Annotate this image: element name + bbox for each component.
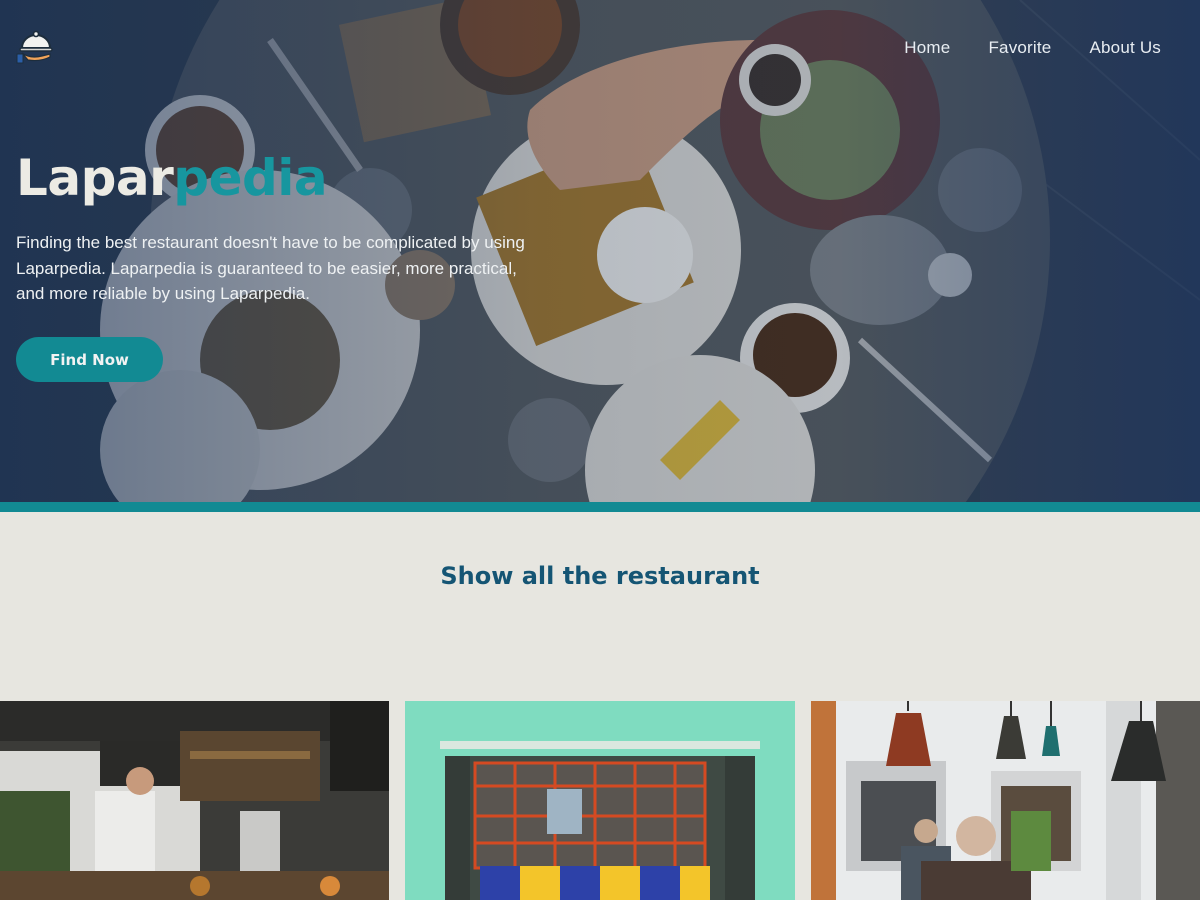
restaurant-image [0,701,389,900]
nav-favorite-link[interactable]: Favorite [988,38,1051,58]
brand-title-part1: Lapar [16,149,174,207]
restaurant-image [811,701,1200,900]
nav-about-us-link[interactable]: About Us [1089,38,1161,58]
brand-title: Laparpedia [16,147,328,209]
hero-section: Home Favorite About Us Laparpedia Findin… [0,0,1200,502]
find-now-button[interactable]: Find Now [16,337,163,382]
hero-accent-band [0,502,1200,512]
main-nav: Home Favorite About Us [904,38,1161,58]
restaurant-card[interactable] [0,701,389,900]
nav-home-link[interactable]: Home [904,38,950,58]
restaurant-image [405,701,795,900]
brand-title-part2: pedia [173,149,328,207]
section-title: Show all the restaurant [440,562,760,590]
restaurant-card[interactable] [811,701,1200,900]
hero-tagline: Finding the best restaurant doesn't have… [16,233,525,303]
food-cloche-hand-icon[interactable] [16,26,56,64]
restaurant-card[interactable] [405,701,795,900]
